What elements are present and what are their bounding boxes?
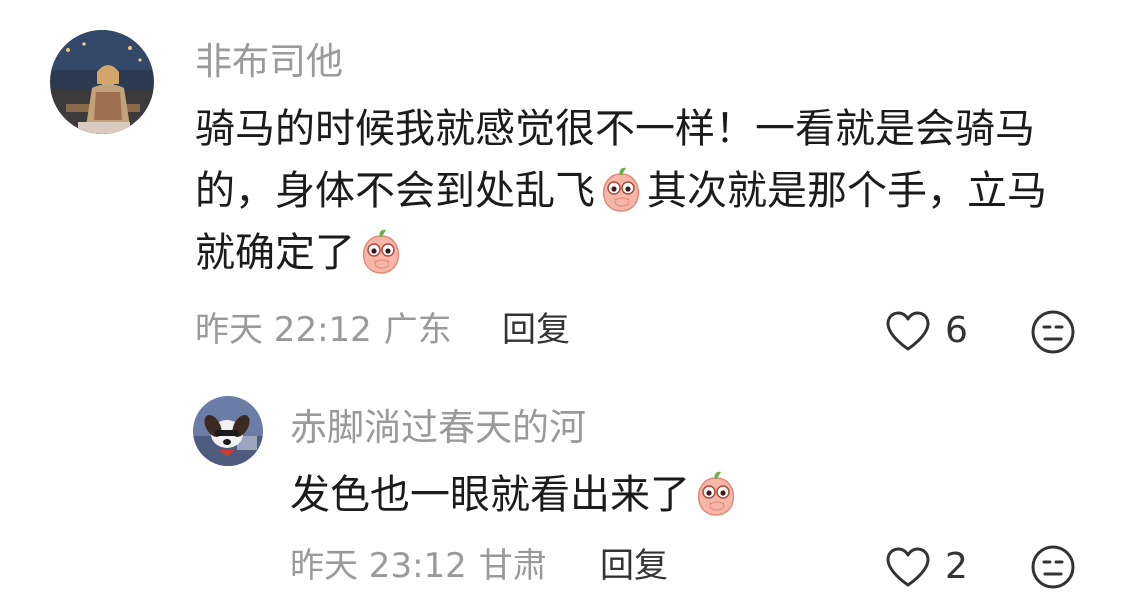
comment-thread: 非布司他 骑马的时候我就感觉很不一样！一看就是会骑马的，身体不会到处乱飞 其次就… xyxy=(0,0,1125,614)
reply-text-part: 发色也一眼就看出来了 xyxy=(290,472,690,518)
comment-meta: 昨天 22:12 广东 xyxy=(195,313,452,347)
username[interactable]: 非布司他 xyxy=(195,43,343,80)
like-button[interactable]: 6 xyxy=(885,310,968,352)
heart-outline-icon xyxy=(886,547,930,587)
neutral-face-icon[interactable] xyxy=(1030,309,1076,355)
peach-giggle-emoji-icon xyxy=(691,468,741,518)
location: 广东 xyxy=(383,310,452,350)
peach-giggle-emoji-icon xyxy=(596,164,646,214)
reply-meta: 昨天 23:12 甘肃 xyxy=(290,549,547,583)
reply-button[interactable]: 回复 xyxy=(600,549,668,583)
neutral-face-icon[interactable] xyxy=(1030,544,1076,590)
heart-outline-icon xyxy=(886,311,930,351)
timestamp: 昨天 23:12 xyxy=(290,546,467,586)
avatar[interactable] xyxy=(50,30,154,134)
reply-button[interactable]: 回复 xyxy=(502,313,570,347)
reply-text: 发色也一眼就看出来了 xyxy=(290,464,1050,526)
like-button[interactable]: 2 xyxy=(885,546,968,588)
like-count: 6 xyxy=(945,310,968,351)
location: 甘肃 xyxy=(478,546,547,586)
username[interactable]: 赤脚淌过春天的河 xyxy=(290,409,586,446)
avatar[interactable] xyxy=(193,396,263,466)
timestamp: 昨天 22:12 xyxy=(195,310,372,350)
comment-text: 骑马的时候我就感觉很不一样！一看就是会骑马的，身体不会到处乱飞 其次就是那个手，… xyxy=(195,98,1065,284)
peach-giggle-emoji-icon xyxy=(356,226,406,276)
like-count: 2 xyxy=(945,546,968,587)
